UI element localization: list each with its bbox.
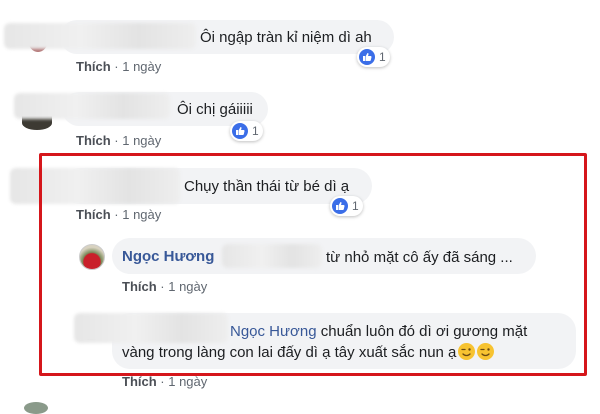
thumbs-up-icon: [359, 49, 375, 65]
comment-text: Ôi ngập tràn kỉ niệm dì ah: [200, 29, 372, 46]
comment-meta: Thích · 1 ngày: [76, 133, 162, 148]
timestamp[interactable]: 1 ngày: [168, 374, 207, 389]
reaction-count: 1: [379, 50, 386, 64]
blurred-name: [14, 93, 170, 119]
avatar[interactable]: [24, 402, 48, 414]
reply-meta: Thích · 1 ngày: [122, 374, 208, 389]
comment-text: Ôi chị gáiiiii: [177, 101, 253, 118]
reaction-count: 1: [252, 124, 259, 138]
reaction-badge[interactable]: 1: [230, 121, 263, 141]
thumbs-up-icon: [232, 123, 248, 139]
comment-meta: Thích · 1 ngày: [76, 59, 162, 74]
like-link[interactable]: Thích: [122, 374, 157, 389]
reaction-badge[interactable]: 1: [357, 47, 390, 67]
blurred-name: [4, 23, 196, 49]
like-link[interactable]: Thích: [76, 59, 111, 74]
like-link[interactable]: Thích: [76, 133, 111, 148]
highlight-box: [39, 153, 587, 376]
timestamp[interactable]: 1 ngày: [122, 59, 161, 74]
timestamp[interactable]: 1 ngày: [122, 133, 161, 148]
